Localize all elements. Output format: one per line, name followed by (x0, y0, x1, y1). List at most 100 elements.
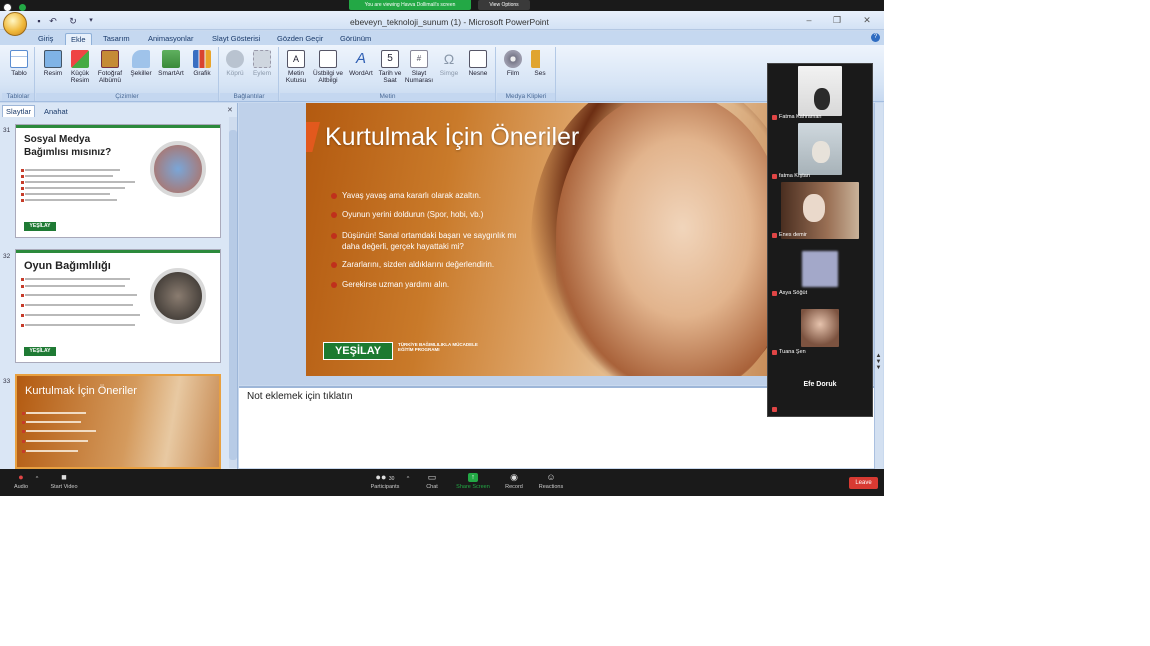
group-cizimler: Resim Küçük Resim Fotoğraf Albümü Şekill… (36, 47, 219, 101)
close-icon[interactable]: ✕ (860, 14, 874, 26)
slide-bullet-5[interactable]: Gerekirse uzman yardımı alın. (342, 279, 542, 290)
participant-tile[interactable]: Fatma Kahraman (770, 64, 870, 122)
shapes-button[interactable]: Şekiller (127, 50, 155, 77)
participant-tile[interactable]: Tuana Şen (770, 307, 870, 359)
group-medya-klipleri: Film Ses Medya Klipleri (497, 47, 556, 101)
slide-thumbnail-33[interactable]: Kurtulmak İçin Öneriler (15, 374, 221, 469)
gallery-scroll-arrows[interactable]: ▲ ▼ ▼ (874, 353, 883, 373)
photo-album-button[interactable]: Fotoğraf Albümü (94, 50, 126, 84)
sound-button[interactable]: Ses (527, 50, 553, 77)
participant-video (781, 182, 859, 239)
slide-number-32: 32 (3, 253, 11, 260)
tab-ekle[interactable]: Ekle (65, 33, 92, 45)
redo-icon[interactable]: ↻ (68, 16, 78, 26)
tab-animasyonlar[interactable]: Animasyonlar (143, 33, 198, 45)
audio-options-caret[interactable]: ^ (34, 476, 40, 483)
view-options-button[interactable]: View Options (478, 0, 530, 10)
audio-button[interactable]: ● Audio (8, 473, 34, 491)
chat-button[interactable]: ▭ Chat (420, 473, 444, 491)
customize-qat-icon[interactable]: ▾ (86, 16, 96, 26)
wordart-button[interactable]: A WordArt (346, 50, 376, 77)
slide-bullet-1[interactable]: Yavaş yavaş ama kararlı olarak azaltın. (342, 190, 542, 201)
tab-outline[interactable]: Anahat (41, 106, 71, 117)
slide-number-button[interactable]: # Slayt Numarası (404, 50, 434, 84)
office-button[interactable] (3, 12, 27, 36)
movie-button[interactable]: Film (500, 50, 526, 77)
bullet-icon (331, 193, 337, 199)
slide-bullet-4[interactable]: Zararlarını, sizden aldıklarını değerlen… (342, 259, 542, 270)
save-icon[interactable]: ▪ (34, 16, 44, 26)
notes-placeholder[interactable]: Not eklemek için tıklatın (247, 391, 353, 402)
slide-thumbnail-32[interactable]: Oyun Bağımlılığı YEŞİLAY (15, 249, 221, 363)
shapes-icon (132, 50, 150, 68)
tab-gozden-gecir[interactable]: Gözden Geçir (272, 33, 328, 45)
reactions-icon: ☺ (546, 472, 556, 482)
participant-video (798, 123, 842, 175)
participant-avatar (802, 251, 838, 287)
header-footer-button[interactable]: Üstbilgi ve Altbilgi (311, 50, 345, 84)
panel-close-icon[interactable]: ✕ (227, 106, 233, 114)
picture-icon (44, 50, 62, 68)
hyperlink-button[interactable]: Köprü (222, 50, 248, 77)
action-button[interactable]: Eylem (249, 50, 275, 77)
yesilay-logo: YEŞİLAY (323, 342, 393, 360)
group-metin: A Metin Kutusu Üstbilgi ve Altbilgi A Word… (280, 47, 496, 101)
chat-icon: ▭ (427, 472, 437, 482)
participant-tile[interactable]: Enes demir (770, 181, 870, 239)
participant-name: Asya Söğüt (779, 290, 808, 296)
object-button[interactable]: Nesne (464, 50, 492, 77)
panel-scroll-thumb[interactable] (229, 130, 237, 460)
start-video-button[interactable]: ■ Start Video (46, 473, 82, 491)
text-box-button[interactable]: A Metin Kutusu (282, 50, 310, 84)
bullet-icon (331, 212, 337, 218)
tab-giris[interactable]: Giriş (33, 33, 58, 45)
video-camera-icon: ■ (61, 472, 67, 482)
undo-icon[interactable]: ↶ (48, 16, 58, 26)
muted-mic-icon (772, 115, 777, 120)
minimize-icon[interactable]: – (802, 14, 816, 26)
slide-bullet-3[interactable]: Düşünün! Sanal ortamdaki başarı ve saygı… (342, 230, 532, 252)
muted-mic-icon (772, 291, 777, 296)
smartart-button[interactable]: SmartArt (155, 50, 187, 77)
participant-tile[interactable]: Asya Söğüt (770, 248, 870, 300)
slide-bullet-2[interactable]: Oyunun yerini doldurun (Spor, hobi, vb.) (342, 209, 542, 220)
restore-icon[interactable]: ❐ (830, 14, 844, 26)
participants-button[interactable]: ●● 30 Participants (366, 473, 404, 491)
tab-slayt-gosterisi[interactable]: Slayt Gösterisi (207, 33, 265, 45)
leave-button[interactable]: Leave (849, 477, 878, 489)
tab-slides[interactable]: Slaytlar (2, 105, 36, 117)
participant-tile[interactable]: fatma Kıştan (770, 123, 870, 181)
share-banner: You are viewing Havva Dollimali's screen (349, 0, 471, 10)
muted-mic-icon (772, 174, 777, 179)
share-screen-button[interactable]: ↑ Share Screen (454, 473, 492, 491)
picture-button[interactable]: Resim (39, 50, 67, 77)
date-time-button[interactable]: 5 Tarih ve Saat (377, 50, 403, 84)
clip-art-button[interactable]: Küçük Resim (67, 50, 93, 84)
participants-icon: ●● 30 (375, 472, 395, 483)
help-icon[interactable]: ? (871, 33, 880, 42)
thumbnail-title: Kurtulmak İçin Öneriler (25, 385, 137, 397)
table-button[interactable]: Tablo (7, 50, 31, 77)
chart-button[interactable]: Grafik (188, 50, 216, 77)
record-button[interactable]: ◉ Record (502, 473, 526, 491)
reactions-button[interactable]: ☺ Reactions (536, 473, 566, 491)
table-icon (10, 50, 28, 68)
slide-thumbnail-31[interactable]: Sosyal Medya Bağımlısı mısınız? YEŞİLAY (15, 124, 221, 238)
tab-gorunum[interactable]: Görünüm (335, 33, 376, 45)
window-title: ebeveyn_teknoloji_sunum (1) - Microsoft … (350, 17, 549, 27)
film-reel-icon (504, 50, 522, 68)
slide-title[interactable]: Kurtulmak İçin Öneriler (325, 123, 579, 152)
group-baglantilar: Köprü Eylem Bağlantılar (220, 47, 279, 101)
symbol-button[interactable]: Ω Simge (436, 50, 462, 77)
share-screen-icon: ↑ (468, 473, 478, 482)
participants-options-caret[interactable]: ^ (405, 476, 411, 483)
editor-scrollbar[interactable] (874, 103, 883, 469)
muted-mic-icon (772, 350, 777, 355)
participant-tile[interactable] (770, 404, 870, 414)
bullet-icon (331, 262, 337, 268)
bullet-icon (331, 282, 337, 288)
smartart-icon (162, 50, 180, 68)
participant-name: Tuana Şen (779, 349, 806, 355)
thumbnail-title: Sosyal Medya Bağımlısı mısınız? (24, 134, 112, 158)
tab-tasarim[interactable]: Tasarım (98, 33, 135, 45)
